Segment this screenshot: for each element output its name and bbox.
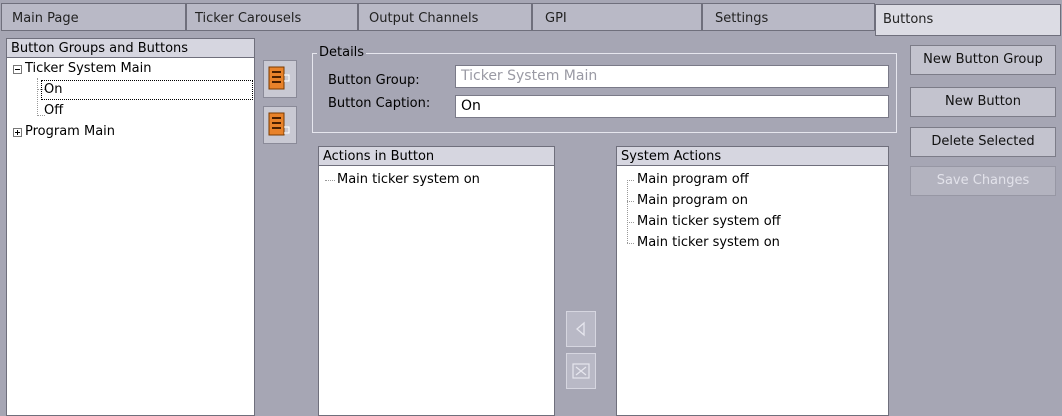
list-item[interactable]: Main ticker system on bbox=[337, 170, 480, 190]
new-button-group-button[interactable]: New Button Group bbox=[910, 45, 1056, 75]
tree-group-ticker-system-main[interactable]: Ticker System Main bbox=[25, 60, 151, 78]
actions-in-button-header: Actions in Button bbox=[318, 146, 555, 166]
tree-group-program-main[interactable]: Program Main bbox=[25, 123, 115, 141]
tab-label: Settings bbox=[715, 11, 769, 26]
tree-group-label: Ticker System Main bbox=[25, 61, 152, 76]
arrow-left-icon bbox=[576, 321, 585, 337]
details-legend-label: Details bbox=[319, 45, 365, 60]
tree-connector bbox=[627, 222, 634, 223]
tab-label: Ticker Carousels bbox=[195, 11, 302, 26]
move-to-group-button[interactable] bbox=[263, 60, 297, 98]
system-actions-header: System Actions bbox=[616, 146, 889, 166]
tab-label: Buttons bbox=[883, 12, 934, 27]
move-to-group-icon bbox=[268, 66, 290, 90]
tree-item-label: Off bbox=[44, 103, 64, 118]
button-group-field: Ticker System Main bbox=[455, 65, 889, 88]
tree-item-on[interactable]: On bbox=[41, 80, 253, 100]
system-actions-list[interactable]: Main program off Main program on Main ti… bbox=[616, 166, 889, 416]
tree-connector bbox=[627, 201, 634, 202]
list-item-label: Main ticker system off bbox=[637, 214, 781, 229]
list-item[interactable]: Main ticker system off bbox=[637, 212, 781, 232]
list-item-label: Main ticker system on bbox=[637, 235, 780, 250]
actions-in-button-header-label: Actions in Button bbox=[323, 149, 435, 164]
move-from-group-icon bbox=[268, 112, 290, 136]
new-button-button[interactable]: New Button bbox=[910, 87, 1056, 117]
tab-settings[interactable]: Settings bbox=[702, 3, 875, 31]
list-item-label: Main program on bbox=[637, 193, 748, 208]
tree-connector bbox=[627, 180, 628, 243]
list-item-label: Main ticker system on bbox=[337, 172, 480, 187]
list-item-label: Main program off bbox=[637, 172, 749, 187]
tab-ticker-carousels[interactable]: Ticker Carousels bbox=[186, 3, 358, 31]
save-changes-button: Save Changes bbox=[910, 166, 1056, 196]
tab-main-page[interactable]: Main Page bbox=[1, 3, 186, 31]
tree-connector bbox=[325, 180, 335, 181]
tab-output-channels[interactable]: Output Channels bbox=[358, 3, 532, 31]
tab-bar: Main Page Ticker Carousels Output Channe… bbox=[0, 0, 1062, 36]
tree-connector bbox=[627, 180, 634, 181]
delete-selected-button[interactable]: Delete Selected bbox=[910, 127, 1056, 157]
button-caption-input[interactable]: On bbox=[455, 95, 889, 118]
collapse-icon[interactable] bbox=[13, 65, 22, 74]
tab-buttons[interactable]: Buttons bbox=[875, 4, 1061, 36]
add-action-button[interactable] bbox=[566, 311, 596, 347]
button-caption-label: Button Caption: bbox=[328, 96, 431, 111]
move-from-group-button[interactable] bbox=[263, 106, 297, 144]
tab-gpi[interactable]: GPI bbox=[532, 3, 702, 31]
tab-label: Output Channels bbox=[369, 11, 479, 26]
tree-group-label: Program Main bbox=[25, 124, 116, 139]
details-legend: Details bbox=[317, 45, 367, 60]
list-item[interactable]: Main program off bbox=[637, 170, 749, 190]
tab-label: GPI bbox=[545, 11, 567, 26]
button-group-label: Button Group: bbox=[328, 73, 420, 88]
tree-header-label: Button Groups and Buttons bbox=[11, 41, 189, 56]
tree-header: Button Groups and Buttons bbox=[6, 38, 255, 58]
button-groups-tree[interactable]: Ticker System Main On Off Program Main bbox=[6, 58, 255, 416]
tree-connector bbox=[37, 78, 38, 116]
actions-in-button-list[interactable]: Main ticker system on bbox=[318, 166, 555, 416]
tab-label: Main Page bbox=[12, 11, 79, 26]
expand-icon[interactable] bbox=[13, 128, 22, 137]
tree-connector bbox=[627, 243, 634, 244]
delete-action-icon bbox=[572, 363, 590, 379]
tree-item-off[interactable]: Off bbox=[44, 102, 63, 120]
remove-action-button[interactable] bbox=[566, 353, 596, 389]
tree-item-label: On bbox=[44, 82, 63, 97]
list-item[interactable]: Main program on bbox=[637, 191, 748, 211]
list-item[interactable]: Main ticker system on bbox=[637, 233, 780, 253]
system-actions-header-label: System Actions bbox=[621, 149, 722, 164]
